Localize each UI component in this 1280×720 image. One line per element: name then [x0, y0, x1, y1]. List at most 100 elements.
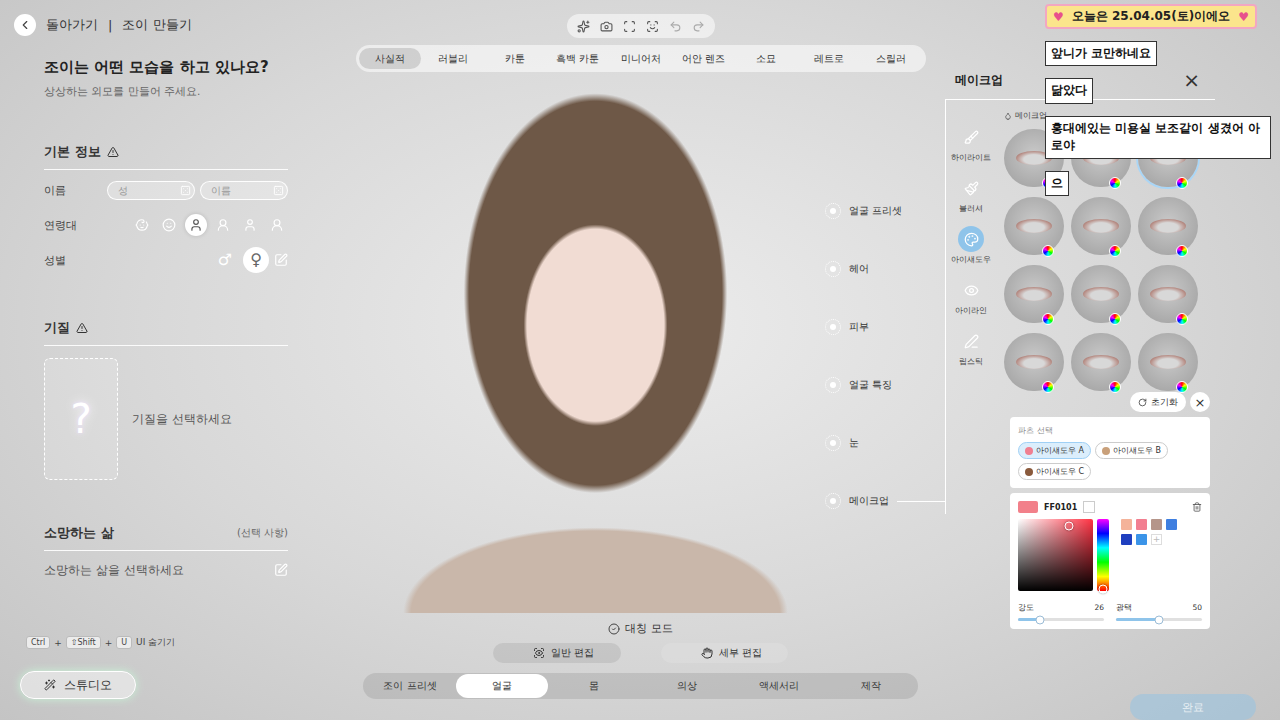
character-render[interactable] [376, 80, 815, 613]
age-option[interactable] [158, 214, 180, 236]
preset-thumbnail[interactable] [1004, 265, 1064, 323]
bottom-tab[interactable]: 액세서리 [733, 674, 825, 698]
dice-icon[interactable] [273, 185, 284, 196]
age-option[interactable] [131, 214, 153, 236]
style-tab[interactable]: 사실적 [359, 48, 422, 69]
slider-thumb[interactable] [1155, 615, 1164, 624]
color-wheel-icon[interactable] [1109, 245, 1121, 257]
add-preset-button[interactable]: + [1151, 534, 1162, 545]
makeup-tool[interactable]: 립스틱 [958, 328, 984, 367]
style-tab[interactable]: 흑백 카툰 [547, 48, 610, 69]
bottom-tab[interactable]: 조이 프리셋 [364, 674, 456, 698]
toolbar-button[interactable] [600, 20, 613, 33]
trash-icon[interactable] [1192, 502, 1202, 512]
color-wheel-icon[interactable] [1109, 381, 1121, 393]
part-chip[interactable]: 아이섀도우 B [1095, 442, 1168, 459]
makeup-tool[interactable]: 아이라인 [955, 277, 987, 316]
makeup-tool[interactable]: 블러셔 [958, 175, 984, 214]
bottom-tab[interactable]: 몸 [548, 674, 640, 698]
preset-thumbnail[interactable] [1071, 197, 1131, 255]
slider-track[interactable] [1116, 618, 1202, 621]
color-wheel-icon[interactable] [1176, 313, 1188, 325]
color-wheel-icon[interactable] [1176, 245, 1188, 257]
color-wheel-icon[interactable] [1176, 177, 1188, 189]
white-swatch[interactable] [1083, 501, 1095, 513]
preset-thumbnail[interactable] [1138, 265, 1198, 323]
close-button[interactable]: × [1183, 68, 1200, 92]
toolbar-button[interactable] [646, 20, 659, 33]
person-icon [243, 218, 257, 232]
hue-bar[interactable] [1097, 519, 1109, 591]
name-input[interactable] [209, 184, 273, 197]
back-button[interactable] [14, 14, 36, 36]
style-tab[interactable]: 어안 렌즈 [672, 48, 735, 69]
style-tab[interactable]: 러블리 [421, 48, 484, 69]
gender-option[interactable]: ♂ [212, 247, 238, 273]
symmetry-toggle[interactable]: 대칭 모드 [608, 621, 673, 636]
preset-thumbnail[interactable] [1004, 197, 1064, 255]
edit-icon[interactable] [274, 253, 288, 267]
reset-button[interactable]: 초기화 [1130, 392, 1186, 412]
color-preset[interactable] [1121, 519, 1132, 530]
category-item[interactable]: 헤어 [825, 261, 945, 277]
dice-icon[interactable] [180, 185, 191, 196]
toolbar-button[interactable] [577, 20, 590, 33]
bottom-tab[interactable]: 제작 [825, 674, 917, 698]
color-preset[interactable] [1136, 534, 1147, 545]
toolbar-button[interactable] [623, 20, 636, 33]
temperament-card[interactable]: ? [44, 358, 118, 480]
age-option[interactable] [266, 214, 288, 236]
part-chip[interactable]: 아이섀도우 C [1018, 463, 1091, 480]
color-wheel-icon[interactable] [1042, 313, 1054, 325]
preset-thumbnail[interactable] [1004, 333, 1064, 391]
color-preset[interactable] [1166, 519, 1177, 530]
toolbar-button[interactable] [669, 20, 682, 33]
color-wheel-icon[interactable] [1109, 177, 1121, 189]
preset-thumbnail[interactable] [1071, 333, 1131, 391]
slider-track[interactable] [1018, 618, 1104, 621]
preset-thumbnail[interactable] [1138, 333, 1198, 391]
desired-life-row[interactable]: 소망하는 삶을 선택하세요 [44, 561, 288, 579]
hue-marker[interactable] [1099, 584, 1108, 593]
bottom-tab[interactable]: 의상 [641, 674, 733, 698]
close-button[interactable]: × [1190, 392, 1210, 412]
style-tab[interactable]: 스릴러 [860, 48, 923, 69]
category-item[interactable]: 메이크업 [825, 493, 945, 509]
preset-thumbnail[interactable] [1071, 265, 1131, 323]
field-marker[interactable] [1065, 522, 1074, 531]
toolbar-button[interactable] [692, 20, 705, 33]
makeup-tool[interactable]: 아이섀도우 [951, 226, 991, 265]
style-tab[interactable]: 레트로 [797, 48, 860, 69]
category-item[interactable]: 얼굴 프리셋 [825, 203, 945, 219]
slider-thumb[interactable] [1036, 615, 1045, 624]
color-wheel-icon[interactable] [1042, 381, 1054, 393]
color-wheel-icon[interactable] [1042, 245, 1054, 257]
color-preset[interactable] [1121, 534, 1132, 545]
color-preset[interactable] [1151, 519, 1162, 530]
preset-thumbnail[interactable] [1138, 197, 1198, 255]
edit-mode-button[interactable]: 세부 편집 [661, 643, 788, 663]
category-item[interactable]: 피부 [825, 319, 945, 335]
color-field[interactable] [1018, 519, 1093, 591]
age-option[interactable] [185, 214, 207, 236]
style-tab[interactable]: 카툰 [484, 48, 547, 69]
age-option[interactable] [239, 214, 261, 236]
category-item[interactable]: 얼굴 특징 [825, 377, 945, 393]
style-tab[interactable]: 소묘 [735, 48, 798, 69]
age-option[interactable] [212, 214, 234, 236]
name-input[interactable] [116, 184, 180, 197]
makeup-tool[interactable]: 하이라이트 [951, 124, 991, 163]
category-item[interactable]: 눈 [825, 435, 945, 451]
hex-value[interactable]: FF0101 [1044, 503, 1077, 512]
part-chip[interactable]: 아이섀도우 A [1018, 442, 1091, 459]
back-label[interactable]: 돌아가기 [46, 16, 98, 34]
studio-button[interactable]: 스튜디오 [20, 671, 136, 699]
color-preset[interactable] [1136, 519, 1147, 530]
edit-mode-button[interactable]: 일반 편집 [493, 643, 620, 663]
bottom-tab[interactable]: 얼굴 [456, 674, 548, 698]
style-tab[interactable]: 미니어처 [609, 48, 672, 69]
edit-icon[interactable] [274, 563, 288, 577]
gender-option[interactable]: ♀ [243, 247, 269, 273]
color-wheel-icon[interactable] [1109, 313, 1121, 325]
done-button[interactable]: 완료 [1130, 694, 1256, 720]
